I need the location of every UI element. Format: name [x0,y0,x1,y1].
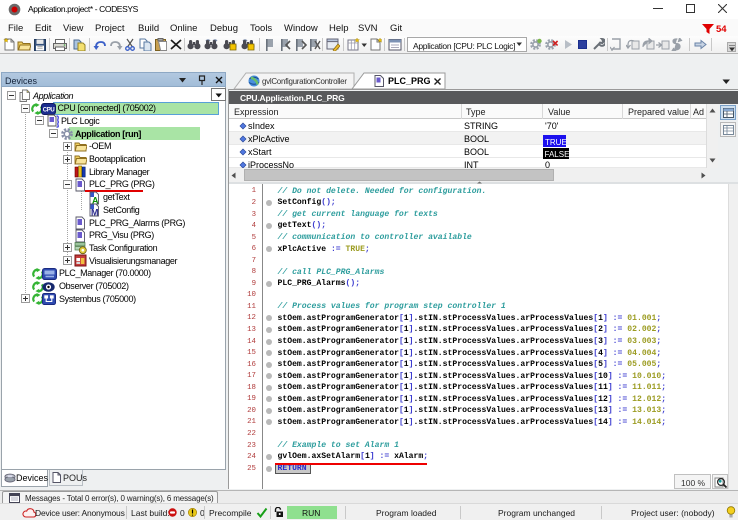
svg-text:M: M [91,208,98,218]
svg-text:CPU: CPU [43,107,55,113]
